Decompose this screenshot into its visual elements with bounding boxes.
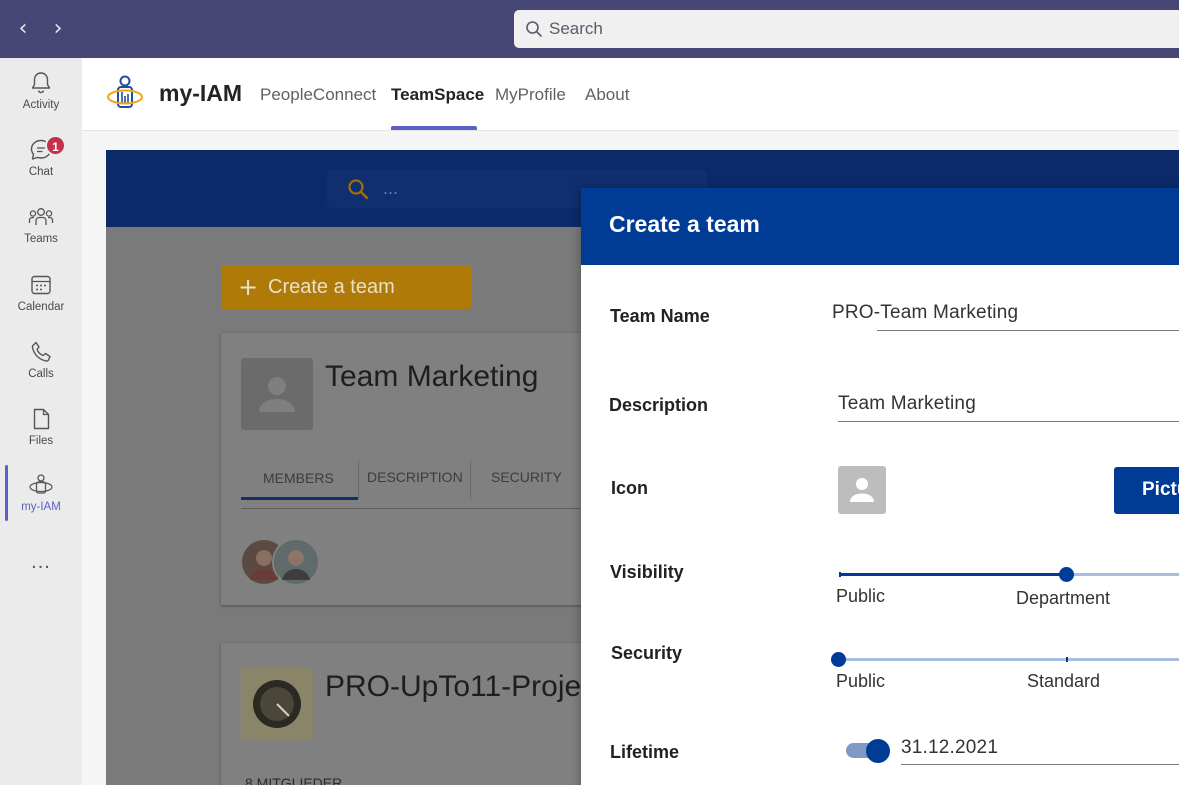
my-iam-logo-icon: [106, 74, 144, 112]
search-icon: [526, 21, 542, 37]
description-input[interactable]: Team Marketing: [838, 393, 976, 415]
app-header: my-IAM PeopleConnect TeamSpace MyProfile…: [82, 58, 1179, 131]
dialog-header: Create a team: [581, 188, 1179, 265]
icon-label: Icon: [611, 478, 649, 498]
tab-description[interactable]: DESCRIPTION: [367, 469, 463, 485]
rail-item-calls[interactable]: Calls: [0, 339, 82, 399]
global-search-placeholder: Search: [549, 19, 603, 38]
visibility-slider-fill: [839, 573, 1066, 576]
plus-icon: +: [238, 273, 259, 301]
picture-button-label: Picture: [1142, 479, 1179, 500]
rail-item-activity[interactable]: Activity: [0, 70, 82, 130]
app-rail: Activity 1 Chat Teams Calendar Calls Fil…: [0, 58, 82, 785]
rail-item-teams[interactable]: Teams: [0, 204, 82, 264]
more-apps-icon[interactable]: ...: [0, 551, 82, 574]
active-tab-indicator: [391, 126, 477, 130]
team-name-input[interactable]: PRO-Team Marketing: [832, 302, 1018, 324]
rail-item-files[interactable]: Files: [0, 406, 82, 466]
global-search-input[interactable]: Search: [514, 10, 1179, 48]
tab-divider: [470, 461, 471, 499]
team-card-title: PRO-UpTo11-Project: [325, 670, 605, 703]
visibility-slider-tick: [839, 572, 841, 577]
member-avatar[interactable]: [272, 538, 320, 586]
team-avatar: [241, 668, 313, 740]
app-name: my-IAM: [159, 80, 243, 106]
team-name-label: Team Name: [610, 306, 710, 326]
tab-peopleconnect[interactable]: PeopleConnect: [260, 85, 376, 105]
member-count: 8 MITGLIEDER: [245, 775, 343, 785]
rail-label-teams: Teams: [24, 233, 58, 245]
teams-icon: [28, 208, 54, 225]
member-photo-icon: [274, 540, 318, 584]
visibility-slider-track[interactable]: [1066, 573, 1179, 576]
lifetime-date-input[interactable]: 31.12.2021: [901, 737, 998, 759]
visibility-slider-thumb[interactable]: [1059, 567, 1074, 582]
security-option-public: Public: [836, 671, 886, 691]
security-slider-tick: [1066, 657, 1068, 662]
dialog-title: Create a team: [609, 211, 760, 237]
search-icon: [348, 179, 369, 200]
volume-knob-icon: [253, 680, 301, 728]
rail-item-my-iam[interactable]: my-IAM: [0, 472, 82, 532]
tab-security[interactable]: SECURITY: [491, 469, 562, 485]
lifetime-label: Lifetime: [610, 742, 680, 762]
rail-label-chat: Chat: [28, 166, 54, 178]
phone-icon: [31, 341, 51, 362]
tab-divider: [358, 461, 359, 499]
rail-label-files: Files: [28, 435, 54, 447]
calendar-icon: [31, 275, 51, 295]
bell-icon: [31, 72, 51, 94]
rail-label-activity: Activity: [22, 99, 60, 111]
visibility-label: Visibility: [610, 562, 684, 582]
rail-label-calls: Calls: [28, 368, 54, 380]
picture-button[interactable]: Picture: [1114, 467, 1179, 514]
security-label: Security: [611, 643, 683, 663]
file-icon: [33, 408, 50, 430]
forward-arrow-icon[interactable]: ›: [48, 17, 68, 41]
chat-unread-badge: 1: [45, 135, 66, 156]
team-card[interactable]: Team Marketing MEMBERS DESCRIPTION SECUR…: [221, 333, 641, 605]
visibility-option-public: Public: [836, 586, 886, 606]
tab-about[interactable]: About: [585, 85, 629, 105]
team-search-placeholder: ...: [383, 178, 399, 198]
create-team-dialog: Create a team Team Name PRO-Team Marketi…: [581, 188, 1179, 785]
title-bar: ‹ › Search: [0, 0, 1179, 58]
rail-item-chat[interactable]: 1 Chat: [0, 135, 82, 197]
team-name-underline: [877, 330, 1179, 331]
lifetime-toggle-thumb[interactable]: [866, 739, 890, 763]
team-card-title: Team Marketing: [325, 360, 539, 393]
person-placeholder-icon: [850, 478, 874, 502]
create-team-button[interactable]: + Create a team: [221, 265, 471, 309]
team-card[interactable]: PRO-UpTo11-Project 8 MITGLIEDER: [221, 643, 641, 785]
rail-item-calendar[interactable]: Calendar: [0, 272, 82, 332]
security-slider-thumb[interactable]: [831, 652, 846, 667]
create-team-button-label: Create a team: [268, 276, 395, 298]
rail-label-calendar: Calendar: [17, 301, 65, 313]
lifetime-underline: [901, 764, 1179, 765]
tab-teamspace[interactable]: TeamSpace: [391, 85, 484, 105]
back-arrow-icon[interactable]: ‹: [13, 17, 33, 41]
tab-members[interactable]: MEMBERS: [263, 470, 334, 486]
my-iam-icon: [29, 474, 53, 494]
description-underline: [838, 421, 1179, 422]
visibility-option-department: Department: [1016, 588, 1111, 608]
team-avatar: [241, 358, 313, 430]
security-option-standard: Standard: [1027, 671, 1101, 691]
description-label: Description: [609, 395, 709, 415]
person-placeholder-icon: [259, 377, 295, 412]
active-card-tab-indicator: [241, 497, 358, 500]
tab-myprofile[interactable]: MyProfile: [495, 85, 566, 105]
rail-label-my-iam: my-IAM: [21, 501, 61, 513]
security-slider-track[interactable]: [839, 658, 1179, 661]
team-icon-preview: [838, 466, 886, 514]
